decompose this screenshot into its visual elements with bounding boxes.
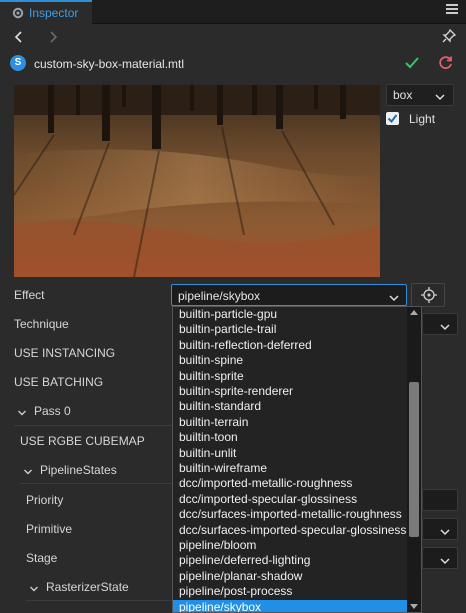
dropdown-scrollbar[interactable] bbox=[407, 307, 421, 612]
locate-asset-button[interactable] bbox=[411, 283, 445, 307]
effect-select-value: pipeline/skybox bbox=[178, 289, 261, 303]
back-arrow-icon[interactable] bbox=[14, 30, 24, 46]
dropdown-option[interactable]: builtin-unlit bbox=[173, 446, 409, 462]
use-rgbe-cubemap-label: USE RGBE CUBEMAP bbox=[20, 434, 145, 448]
divider bbox=[14, 425, 172, 426]
stage-label: Stage bbox=[26, 551, 58, 565]
light-checkbox[interactable] bbox=[386, 112, 399, 125]
dropdown-option[interactable]: pipeline/planar-shadow bbox=[173, 569, 409, 585]
dropdown-option[interactable]: dcc/surfaces-imported-specular-glossines… bbox=[173, 523, 409, 539]
chevron-down-icon[interactable] bbox=[18, 406, 26, 416]
scroll-up-arrow-icon[interactable] bbox=[410, 310, 418, 315]
tab-inspector-label: Inspector bbox=[29, 6, 79, 20]
effect-dropdown-list[interactable]: builtin-particle-gpu builtin-particle-tra… bbox=[172, 306, 422, 613]
dropdown-option[interactable]: pipeline/deferred-lighting bbox=[173, 553, 409, 569]
checkmark-icon[interactable] bbox=[404, 55, 420, 71]
dropdown-option[interactable]: builtin-sprite-renderer bbox=[173, 384, 409, 400]
dropdown-option[interactable]: dcc/surfaces-imported-metallic-roughness bbox=[173, 507, 409, 523]
navigation-bar bbox=[0, 24, 466, 50]
dropdown-option[interactable]: builtin-terrain bbox=[173, 415, 409, 431]
effect-select[interactable]: pipeline/skybox bbox=[171, 284, 407, 306]
scroll-down-arrow-icon[interactable] bbox=[410, 604, 418, 609]
dropdown-option[interactable]: builtin-spine bbox=[173, 353, 409, 369]
use-batching-label: USE BATCHING bbox=[14, 375, 104, 389]
panel-tab-bar: Inspector bbox=[0, 0, 466, 24]
chevron-down-icon bbox=[435, 90, 445, 104]
technique-select[interactable] bbox=[422, 313, 458, 335]
divider bbox=[20, 483, 172, 484]
dropdown-option[interactable]: builtin-sprite bbox=[173, 369, 409, 385]
effect-label: Effect bbox=[14, 288, 45, 302]
preview-shape-select[interactable]: box bbox=[386, 84, 454, 106]
rasterizer-state-header[interactable]: RasterizerState bbox=[46, 580, 129, 600]
chevron-down-icon[interactable] bbox=[24, 465, 32, 475]
technique-label: Technique bbox=[14, 317, 69, 331]
primitive-select[interactable] bbox=[422, 518, 458, 540]
light-checkbox-label: Light bbox=[409, 112, 436, 126]
dropdown-option[interactable]: builtin-wireframe bbox=[173, 461, 409, 477]
hamburger-menu-icon[interactable] bbox=[446, 4, 458, 16]
forward-arrow-icon[interactable] bbox=[48, 30, 58, 46]
chevron-down-icon bbox=[440, 320, 450, 334]
chevron-down-icon[interactable] bbox=[30, 582, 38, 592]
priority-input[interactable] bbox=[422, 489, 458, 511]
dropdown-option[interactable]: builtin-standard bbox=[173, 399, 409, 415]
stage-select[interactable] bbox=[422, 547, 458, 569]
asset-header: S custom-sky-box-material.mtl bbox=[0, 50, 466, 78]
pin-icon[interactable] bbox=[442, 28, 457, 43]
material-preview-image[interactable] bbox=[14, 85, 380, 277]
dropdown-option[interactable]: builtin-reflection-deferred bbox=[173, 338, 409, 354]
dropdown-option[interactable]: builtin-particle-trail bbox=[173, 322, 409, 338]
pipeline-states-header[interactable]: PipelineStates bbox=[40, 463, 117, 483]
chevron-down-icon bbox=[440, 525, 450, 539]
dropdown-option[interactable]: builtin-particle-gpu bbox=[173, 307, 409, 323]
gear-icon bbox=[12, 7, 24, 19]
chevron-down-icon bbox=[389, 291, 399, 305]
priority-label: Priority bbox=[26, 493, 64, 507]
reset-icon[interactable] bbox=[438, 55, 454, 71]
material-asset-icon: S bbox=[10, 55, 26, 71]
preview-shape-value: box bbox=[393, 88, 413, 102]
tab-inspector[interactable]: Inspector bbox=[0, 0, 92, 24]
dropdown-option[interactable]: pipeline/skybox bbox=[173, 599, 409, 612]
use-instancing-label: USE INSTANCING bbox=[14, 346, 116, 360]
dropdown-option[interactable]: dcc/imported-metallic-roughness bbox=[173, 476, 409, 492]
divider bbox=[26, 600, 172, 601]
dropdown-option[interactable]: builtin-toon bbox=[173, 430, 409, 446]
dropdown-option[interactable]: pipeline/post-process bbox=[173, 584, 409, 600]
dropdown-option[interactable]: pipeline/bloom bbox=[173, 538, 409, 554]
chevron-down-icon bbox=[440, 554, 450, 568]
dropdown-option[interactable]: dcc/imported-specular-glossiness bbox=[173, 492, 409, 508]
scrollbar-thumb[interactable] bbox=[409, 382, 419, 537]
asset-file-name: custom-sky-box-material.mtl bbox=[34, 57, 185, 71]
primitive-label: Primitive bbox=[26, 522, 73, 536]
pass-0-header[interactable]: Pass 0 bbox=[34, 404, 71, 424]
